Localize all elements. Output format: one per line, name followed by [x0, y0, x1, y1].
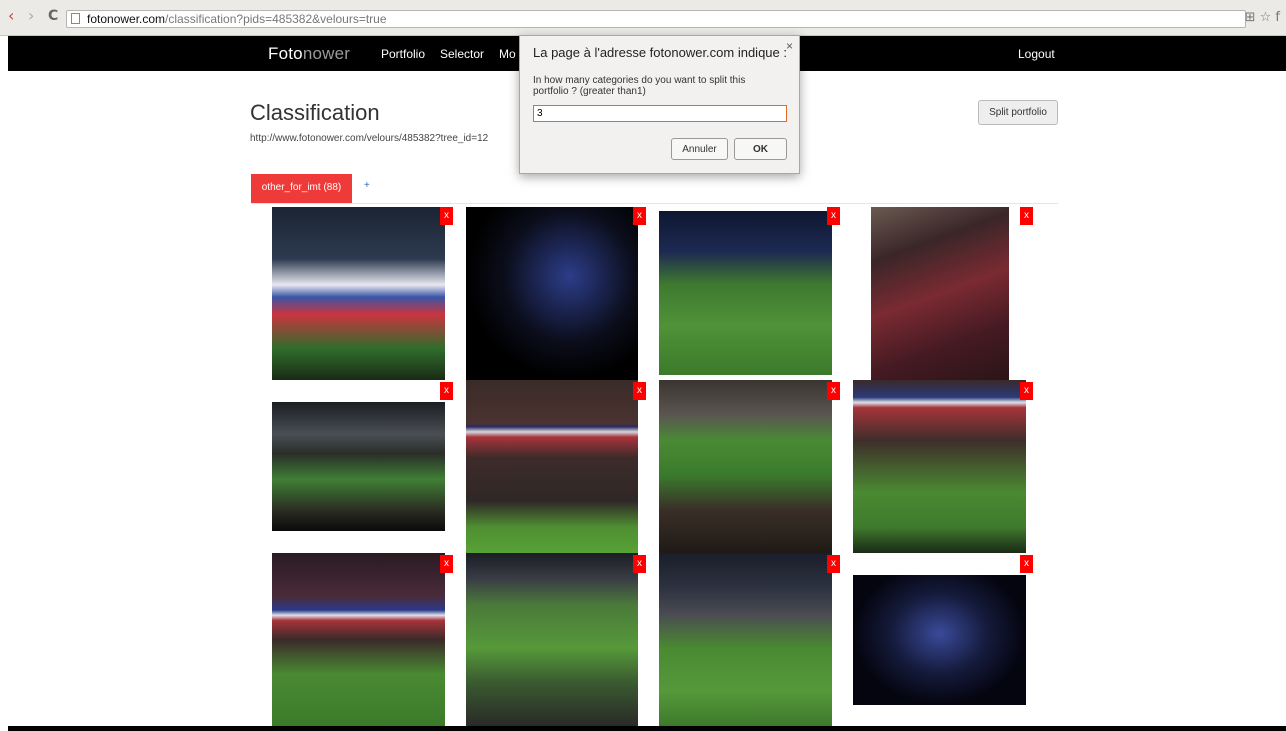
photo-thumbnail[interactable] — [659, 380, 832, 553]
nav-portfolio[interactable]: Portfolio — [381, 47, 425, 61]
browser-extension-icons[interactable]: ⊞ ☆ f — [1245, 10, 1280, 25]
nav-logout[interactable]: Logout — [1018, 47, 1055, 61]
delete-photo-button[interactable]: x — [827, 382, 840, 400]
photo-thumbnail[interactable] — [659, 553, 832, 726]
photo-thumbnail[interactable] — [853, 380, 1026, 553]
back-icon[interactable]: ‹ — [8, 8, 14, 24]
url-path: /classification?pids=485382&velours=true — [165, 12, 387, 26]
tab-divider — [251, 203, 1058, 204]
delete-photo-button[interactable]: x — [633, 207, 646, 225]
photo-thumbnail[interactable] — [871, 207, 1009, 380]
category-count-input[interactable] — [533, 105, 787, 122]
url-host: fotonower.com — [87, 12, 166, 26]
add-tab-button[interactable]: + — [364, 180, 370, 191]
delete-photo-button[interactable]: x — [440, 382, 453, 400]
delete-photo-button[interactable]: x — [440, 207, 453, 225]
dialog-message: In how many categories do you want to sp… — [533, 75, 746, 97]
brand-part2: nower — [302, 44, 351, 63]
cancel-button[interactable]: Annuler — [671, 138, 728, 160]
delete-photo-button[interactable]: x — [1020, 207, 1033, 225]
photo-thumbnail[interactable] — [272, 207, 445, 380]
nav-selector[interactable]: Selector — [440, 47, 484, 61]
ok-button[interactable]: OK — [734, 138, 787, 160]
delete-photo-button[interactable]: x — [633, 555, 646, 573]
delete-photo-button[interactable]: x — [827, 555, 840, 573]
photo-thumbnail[interactable] — [466, 380, 638, 553]
forward-icon[interactable]: › — [28, 8, 34, 24]
address-bar[interactable]: fotonower.com/classification?pids=485382… — [66, 10, 1246, 28]
page-title: Classification — [250, 100, 380, 125]
photo-thumbnail[interactable] — [272, 402, 445, 531]
portfolio-url: http://www.fotonower.com/velours/485382?… — [250, 133, 489, 144]
delete-photo-button[interactable]: x — [1020, 555, 1033, 573]
page-icon — [71, 13, 80, 24]
nav-more[interactable]: Mo — [499, 47, 516, 61]
photo-thumbnail[interactable] — [272, 553, 445, 726]
photo-thumbnail[interactable] — [659, 211, 832, 375]
brand-logo[interactable]: Fotonower — [268, 44, 350, 64]
dialog-title: La page à l'adresse fotonower.com indiqu… — [533, 45, 787, 60]
delete-photo-button[interactable]: x — [827, 207, 840, 225]
photo-thumbnail[interactable] — [466, 553, 638, 726]
split-portfolio-button[interactable]: Split portfolio — [978, 100, 1058, 125]
photo-thumbnail[interactable] — [853, 575, 1026, 705]
close-icon[interactable]: × — [786, 39, 793, 53]
delete-photo-button[interactable]: x — [1020, 382, 1033, 400]
photo-thumbnail[interactable] — [466, 207, 638, 380]
delete-photo-button[interactable]: x — [633, 382, 646, 400]
prompt-dialog: La page à l'adresse fotonower.com indiqu… — [519, 35, 800, 174]
tab-other-for-imt[interactable]: other_for_imt (88) — [251, 174, 352, 203]
footer-bar — [8, 726, 1286, 731]
brand-part1: Foto — [268, 44, 303, 63]
delete-photo-button[interactable]: x — [440, 555, 453, 573]
reload-icon[interactable]: C — [48, 8, 58, 24]
browser-toolbar: ‹ › C fotonower.com/classification?pids=… — [0, 0, 1286, 36]
